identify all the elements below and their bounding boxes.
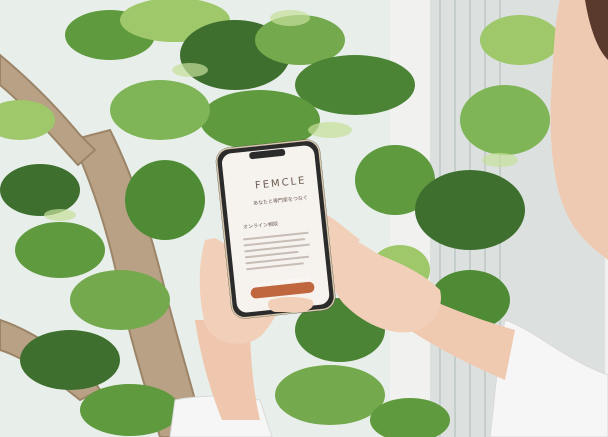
photo-scene bbox=[0, 0, 608, 437]
smartphone bbox=[215, 139, 336, 319]
left-thumb bbox=[267, 297, 314, 312]
